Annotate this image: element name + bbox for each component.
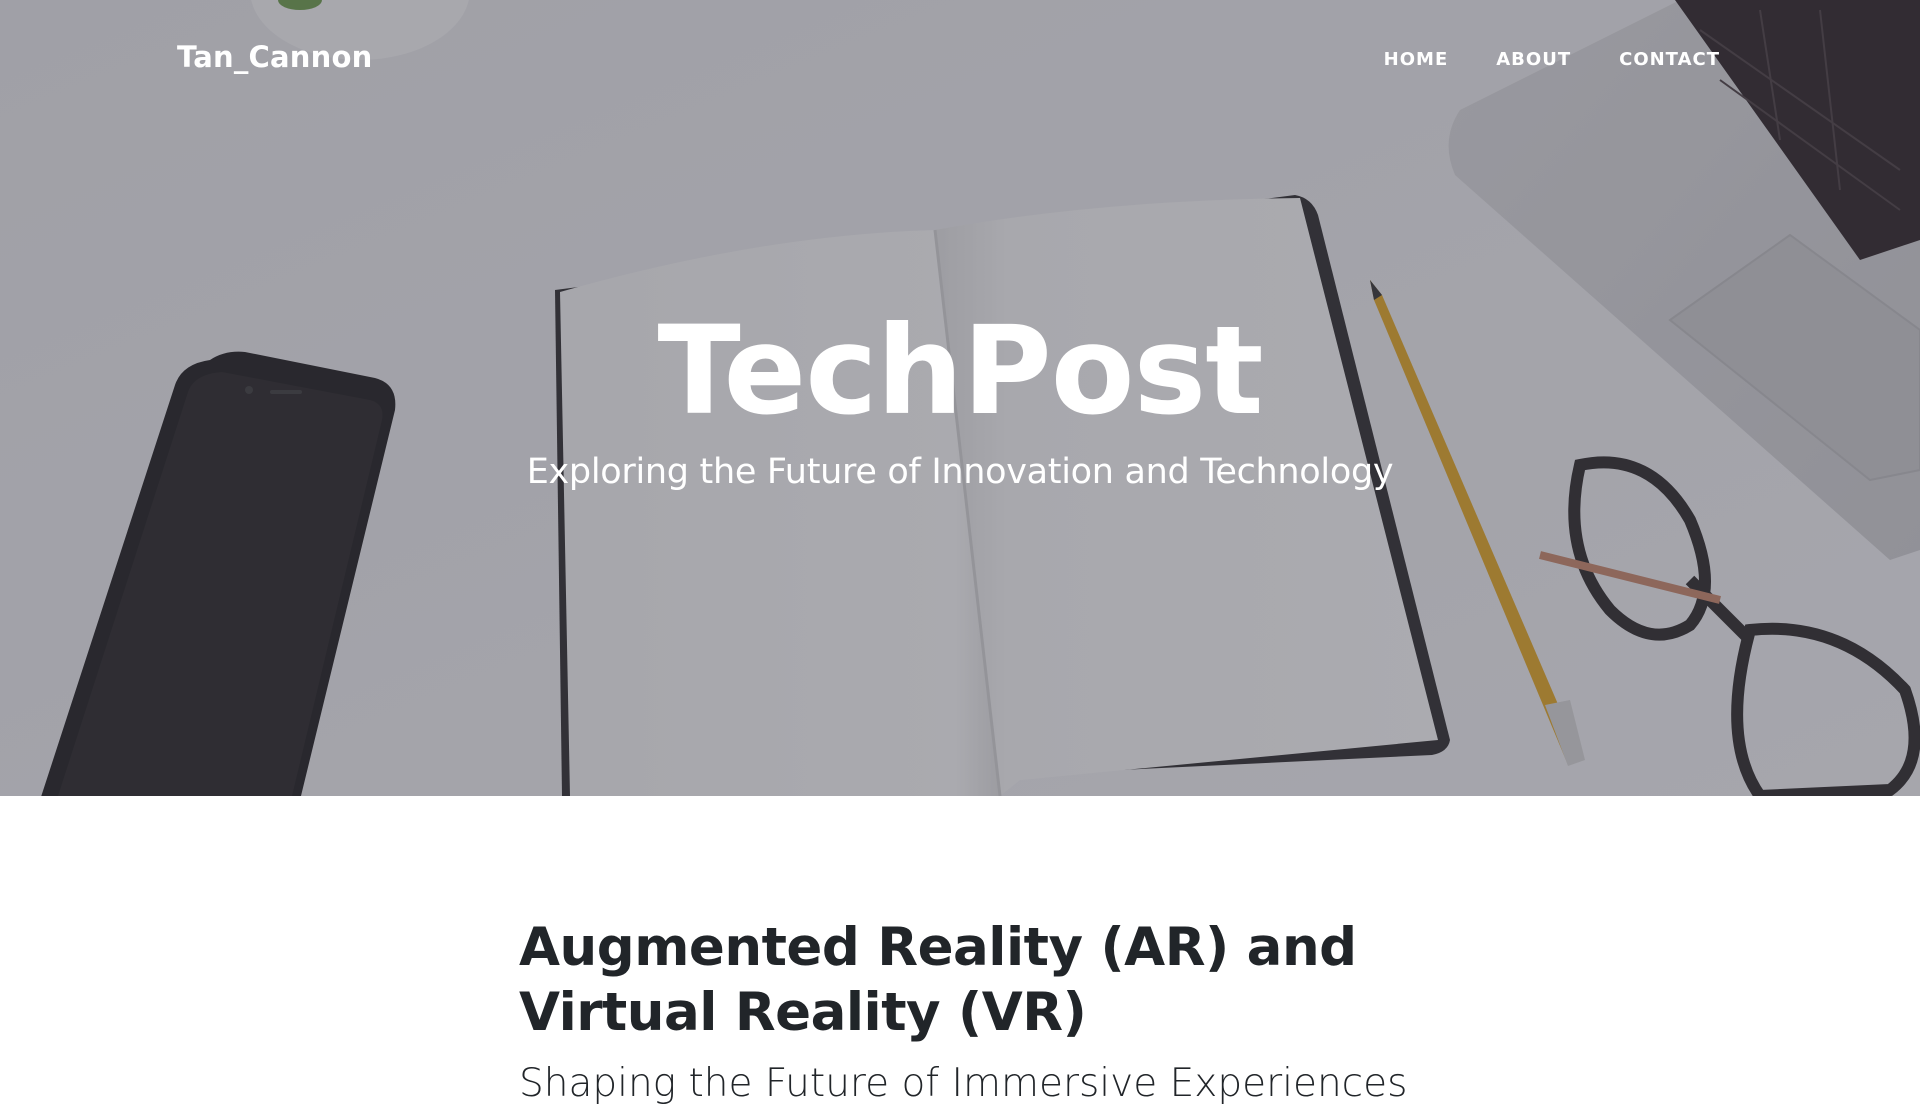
nav-home-link[interactable]: HOME [1384, 49, 1449, 70]
post-subtitle[interactable]: Shaping the Future of Immersive Experien… [519, 1059, 1419, 1109]
nav-about-link[interactable]: ABOUT [1496, 49, 1571, 70]
nav-links: HOME ABOUT CONTACT [1384, 49, 1720, 70]
site-heading: TechPost Exploring the Future of Innovat… [0, 296, 1920, 496]
nav-contact-link[interactable]: CONTACT [1619, 49, 1720, 70]
site-title: TechPost [657, 300, 1263, 442]
site-subtitle: Exploring the Future of Innovation and T… [526, 452, 1394, 492]
masthead: Tan_Cannon HOME ABOUT CONTACT TechPost E… [0, 0, 1920, 796]
brand-link[interactable]: Tan_Cannon [177, 40, 372, 74]
post-title[interactable]: Augmented Reality (AR) and Virtual Reali… [519, 915, 1419, 1045]
main-nav: Tan_Cannon HOME ABOUT CONTACT [0, 0, 1920, 118]
